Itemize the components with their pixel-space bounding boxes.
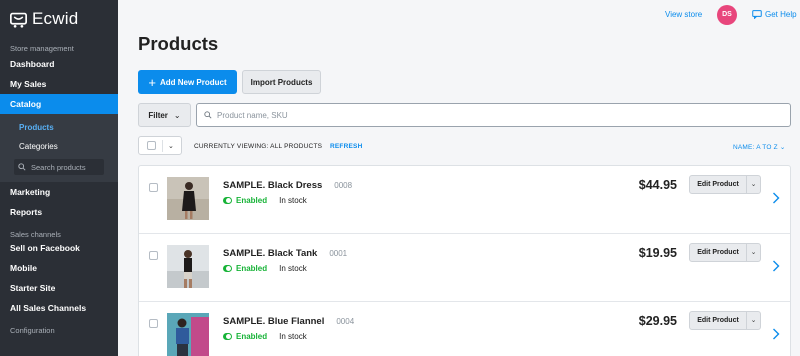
sidebar-item-reports[interactable]: Reports [0,202,118,222]
currently-viewing-text: CURRENTLY VIEWING: ALL PRODUCTS [194,143,323,150]
product-thumbnail[interactable] [167,177,209,220]
get-help-label: Get Help [765,10,797,19]
section-label-configuration: Configuration [10,326,55,335]
search-icon [204,111,212,119]
product-thumbnail[interactable] [167,313,209,356]
chevron-down-icon[interactable]: ⌄ [168,142,174,150]
status-badge: Enabled [236,264,268,273]
product-list: SAMPLE. Black Dress 0008 Enabled In stock… [138,165,791,356]
cart-logo-icon [10,12,27,28]
product-price: $19.95 [638,246,677,260]
sidebar-item-starter-site[interactable]: Starter Site [0,278,118,298]
sort-dropdown[interactable]: NAME: A TO Z ⌄ [733,143,785,151]
enabled-toggle-icon[interactable] [223,333,232,340]
view-store-link[interactable]: View store [665,10,702,19]
product-status: Enabled In stock [223,264,307,273]
sidebar-item-sell-on-facebook[interactable]: Sell on Facebook [0,238,118,258]
divider [162,139,163,152]
row-checkbox[interactable] [149,319,158,328]
chevron-right-icon[interactable] [772,328,780,340]
product-sku: 0001 [329,249,348,258]
product-sku: 0004 [336,317,355,326]
edit-product-label: Edit Product [697,181,739,188]
chevron-down-icon: ⌄ [173,110,181,120]
edit-product-label: Edit Product [697,317,739,324]
sidebar-item-my-sales[interactable]: My Sales [0,74,118,94]
chevron-right-icon[interactable] [772,260,780,272]
sidebar-subitem-products[interactable]: Products [0,118,118,137]
import-products-button[interactable]: Import Products [242,70,321,94]
chevron-down-icon[interactable]: ⌄ [746,244,760,261]
stock-status: In stock [279,196,307,205]
product-search-input[interactable] [217,110,777,120]
filter-label: Filter [148,110,168,120]
page-title: Products [138,33,219,54]
product-status: Enabled In stock [223,332,307,341]
product-sku: 0008 [334,181,353,190]
sidebar-item-marketing[interactable]: Marketing [0,182,118,202]
sidebar-item-mobile[interactable]: Mobile [0,258,118,278]
product-name-text: SAMPLE. Blue Flannel [223,316,325,327]
chevron-down-icon[interactable]: ⌄ [746,176,760,193]
product-name-text: SAMPLE. Black Dress [223,180,323,191]
sidebar-search-placeholder: Search products [31,162,86,172]
section-label-store-management: Store management [10,44,74,53]
sidebar-item-all-sales-channels[interactable]: All Sales Channels [0,298,118,318]
refresh-link[interactable]: REFRESH [330,143,362,150]
product-row[interactable]: SAMPLE. Black Dress 0008 Enabled In stock… [139,166,790,234]
section-label-sales-channels: Sales channels [10,230,61,239]
product-name[interactable]: SAMPLE. Black Dress 0008 [223,180,352,191]
product-row[interactable]: SAMPLE. Black Tank 0001 Enabled In stock … [139,234,790,302]
edit-product-label: Edit Product [697,249,739,256]
enabled-toggle-icon[interactable] [223,197,232,204]
get-help-link[interactable]: Get Help [752,10,797,19]
chat-icon [752,10,762,19]
sort-label: NAME: A TO Z [733,144,778,151]
status-badge: Enabled [236,196,268,205]
bulk-select-control[interactable]: ⌄ [138,136,182,155]
product-name-text: SAMPLE. Black Tank [223,248,318,259]
brand-name: Ecwid [32,9,79,28]
edit-product-button[interactable]: Edit Product ⌄ [689,311,761,330]
product-name[interactable]: SAMPLE. Blue Flannel 0004 [223,316,354,327]
product-status: Enabled In stock [223,196,307,205]
product-name[interactable]: SAMPLE. Black Tank 0001 [223,248,347,259]
catalog-submenu: Products Categories Search products [0,114,118,182]
stock-status: In stock [279,332,307,341]
product-price: $29.95 [638,314,677,328]
brand[interactable]: Ecwid [0,0,118,38]
row-checkbox[interactable] [149,183,158,192]
product-search-field[interactable] [196,103,791,127]
sidebar-item-catalog[interactable]: Catalog [0,94,118,114]
sidebar-search-products[interactable]: Search products [14,159,104,175]
plus-icon: + [148,74,156,90]
add-new-product-button[interactable]: + Add New Product [138,70,237,94]
edit-product-button[interactable]: Edit Product ⌄ [689,243,761,262]
enabled-toggle-icon[interactable] [223,265,232,272]
sidebar: Ecwid Store management Dashboard My Sale… [0,0,118,356]
product-price: $44.95 [638,178,677,192]
sidebar-item-dashboard[interactable]: Dashboard [0,54,118,74]
stock-status: In stock [279,264,307,273]
search-icon [18,163,26,171]
row-checkbox[interactable] [149,251,158,260]
sidebar-subitem-categories[interactable]: Categories [0,137,118,156]
avatar[interactable]: DS [717,5,737,25]
select-all-checkbox[interactable] [147,141,156,150]
product-thumbnail[interactable] [167,245,209,288]
chevron-down-icon[interactable]: ⌄ [746,312,760,329]
edit-product-button[interactable]: Edit Product ⌄ [689,175,761,194]
filter-button[interactable]: Filter ⌄ [138,103,191,127]
add-new-product-label: Add New Product [159,77,227,87]
chevron-down-icon: ⌄ [779,144,786,151]
status-badge: Enabled [236,332,268,341]
chevron-right-icon[interactable] [772,192,780,204]
product-row[interactable]: SAMPLE. Blue Flannel 0004 Enabled In stoc… [139,302,790,356]
